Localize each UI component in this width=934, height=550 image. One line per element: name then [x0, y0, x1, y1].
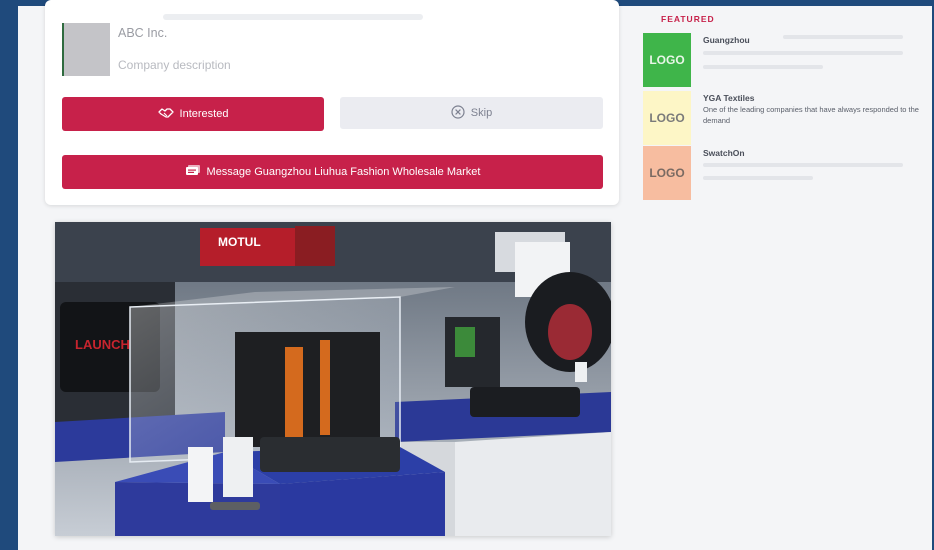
launch-case-label: LAUNCH: [75, 337, 130, 352]
featured-logo: LOGO: [643, 33, 691, 87]
close-circle-icon: [451, 104, 465, 122]
faded-text-line: [703, 176, 813, 180]
featured-logo: LOGO: [643, 146, 691, 200]
company-name: ABC Inc.: [118, 26, 168, 40]
message-button[interactable]: Message Guangzhou Liuhua Fashion Wholesa…: [62, 155, 603, 189]
exhibition-photo: MOTUL LAUNCH: [55, 222, 611, 536]
interested-button[interactable]: Interested: [62, 97, 324, 131]
featured-item[interactable]: LOGO Guangzhou: [643, 33, 928, 89]
handshake-icon: [157, 107, 174, 122]
featured-heading: FEATURED: [661, 14, 715, 24]
featured-logo: LOGO: [643, 91, 691, 145]
page: ABC Inc. Company description Interested …: [18, 0, 932, 550]
featured-name: SwatchOn: [703, 148, 745, 158]
faded-text-line: [703, 51, 903, 55]
featured-name: Guangzhou: [703, 35, 750, 45]
interested-label: Interested: [179, 108, 229, 120]
featured-item[interactable]: LOGO YGA Textiles One of the leading com…: [643, 91, 928, 147]
faded-text-line: [783, 35, 903, 39]
faded-text-line: [703, 65, 823, 69]
exhibition-photo-image: MOTUL LAUNCH: [55, 222, 611, 536]
skip-button[interactable]: Skip: [340, 97, 603, 129]
motul-sign: MOTUL: [218, 235, 261, 249]
message-label: Message Guangzhou Liuhua Fashion Wholesa…: [206, 166, 481, 178]
featured-item[interactable]: LOGO SwatchOn: [643, 146, 928, 202]
company-card: ABC Inc. Company description Interested …: [45, 0, 619, 205]
featured-description: One of the leading companies that have a…: [703, 105, 919, 125]
skip-label: Skip: [470, 107, 493, 119]
faded-text-line: [163, 14, 423, 20]
faded-text-line: [703, 163, 903, 167]
avatar-edge: [62, 23, 64, 76]
featured-name: YGA Textiles: [703, 93, 755, 103]
company-description: Company description: [118, 58, 231, 72]
chat-icon: [185, 164, 201, 180]
company-avatar: [62, 23, 110, 76]
